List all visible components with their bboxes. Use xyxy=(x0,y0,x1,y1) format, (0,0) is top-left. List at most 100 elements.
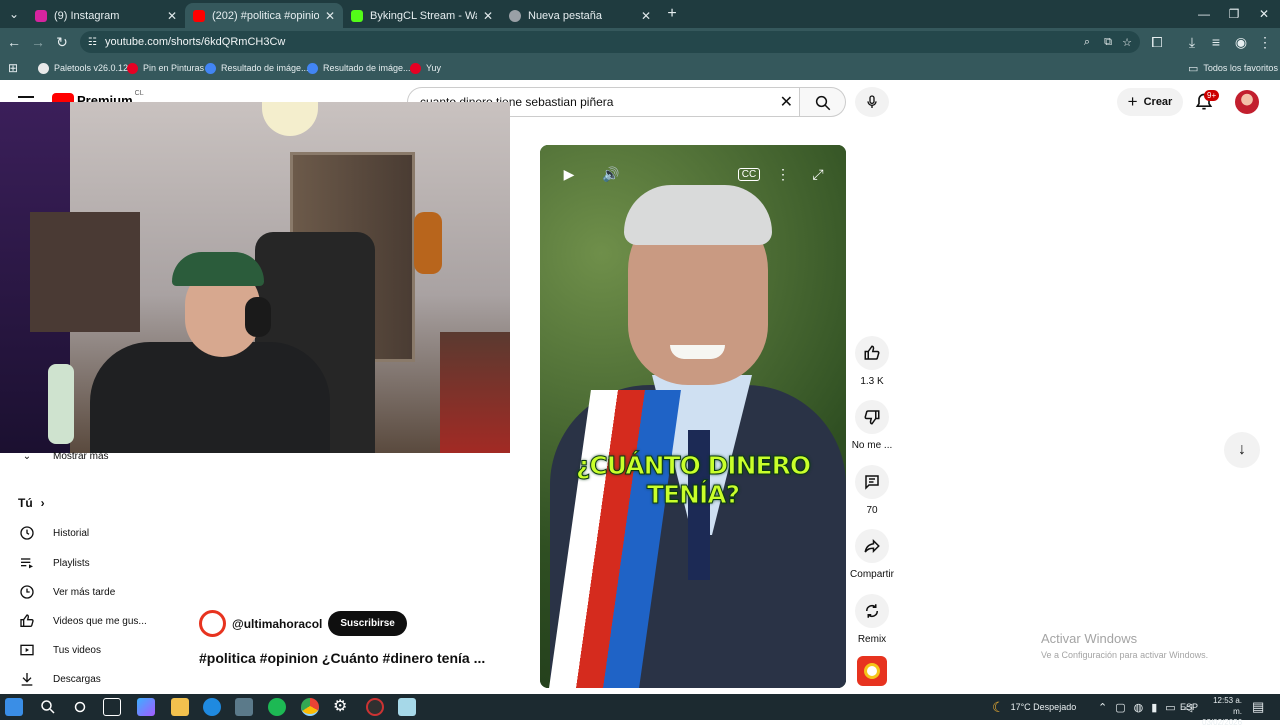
site-info-icon[interactable]: ☷ xyxy=(88,37,97,48)
dislike-button[interactable]: No me ... xyxy=(846,400,898,451)
apps-icon[interactable]: ⊞ xyxy=(8,56,18,80)
obs-icon[interactable] xyxy=(366,698,384,716)
windows-start-icon[interactable] xyxy=(5,698,23,716)
all-bookmarks[interactable]: ▭ Todos los favoritos xyxy=(1188,56,1278,80)
chevron-down-icon: ⌄ xyxy=(22,450,32,462)
tab-new-tab[interactable]: Nueva pestaña ✕ xyxy=(501,3,659,28)
bookmark-google-images[interactable]: Resultado de imáge... xyxy=(307,56,411,80)
bookmark-label: Todos los favoritos xyxy=(1203,63,1278,73)
portrait-smile xyxy=(670,345,725,359)
tab-label: BykingCL Stream - Watch Live c xyxy=(370,9,477,22)
bookmark-yuy[interactable]: Yuy xyxy=(410,56,441,80)
reload-icon[interactable]: ↻ xyxy=(51,28,73,56)
settings-gear-icon[interactable]: ⚙ xyxy=(333,698,351,716)
clock[interactable]: 12:53 a. m. 03/02/2026 xyxy=(1202,695,1242,728)
sidebar-item-your-videos[interactable]: Tus videos xyxy=(18,640,101,660)
file-explorer-icon[interactable] xyxy=(171,698,189,716)
more-options-icon[interactable]: ⋮ xyxy=(769,163,797,185)
weather-text: 17°C Despejado xyxy=(1010,702,1077,712)
task-view-icon[interactable] xyxy=(103,698,121,716)
download-icon[interactable]: ⤓ xyxy=(1181,28,1203,56)
next-short-button[interactable]: ↓ xyxy=(1224,432,1260,468)
cortana-icon[interactable] xyxy=(71,698,89,716)
copilot-icon[interactable] xyxy=(137,698,155,716)
restore-icon[interactable]: ❐ xyxy=(1218,0,1250,28)
chrome-icon[interactable] xyxy=(301,698,319,716)
sidebar-item-downloads[interactable]: Descargas xyxy=(18,669,101,689)
cast-icon[interactable]: ⧉ xyxy=(1104,36,1112,49)
account-avatar[interactable] xyxy=(1235,90,1259,114)
play-icon[interactable]: ▶ xyxy=(555,163,583,185)
close-tab-icon[interactable]: ✕ xyxy=(641,9,651,23)
liked-videos-icon xyxy=(18,613,36,629)
search-button[interactable] xyxy=(800,87,846,117)
edge-icon[interactable] xyxy=(203,698,221,716)
bookmark-pinterest[interactable]: Pin en Pinturas xyxy=(127,56,204,80)
search-icon[interactable] xyxy=(39,698,57,716)
tab-kick[interactable]: BykingCL Stream - Watch Live c ✕ xyxy=(343,3,501,28)
language-indicator[interactable]: ESP xyxy=(1180,694,1198,720)
store-icon[interactable] xyxy=(235,698,253,716)
you-section-header[interactable]: Tú › xyxy=(18,493,45,513)
close-tab-icon[interactable]: ✕ xyxy=(325,9,335,23)
close-tab-icon[interactable]: ✕ xyxy=(483,9,493,23)
weather-widget[interactable]: ☾ 17°C Despejado xyxy=(992,694,1076,720)
extensions-icon[interactable]: ⧠ xyxy=(1146,28,1168,56)
address-bar[interactable]: ☷ youtube.com/shorts/6kdQRmCH3Cw ⌕ ⧉ ☆ xyxy=(80,31,1140,53)
channel-avatar[interactable] xyxy=(199,610,226,637)
fullscreen-icon[interactable]: ⤢ xyxy=(804,163,832,185)
thumbs-down-icon xyxy=(855,400,889,434)
snipping-tool-icon[interactable] xyxy=(398,698,416,716)
voice-search-button[interactable] xyxy=(855,87,889,117)
tab-instagram[interactable]: (9) Instagram ✕ xyxy=(27,3,185,28)
bottle xyxy=(48,364,74,444)
sidebar-item-history[interactable]: Historial xyxy=(18,523,89,543)
share-label: Compartir xyxy=(850,569,894,580)
create-button[interactable]: + Crear xyxy=(1117,88,1183,116)
zoom-icon[interactable]: ⌕ xyxy=(1084,36,1090,49)
tab-label: (9) Instagram xyxy=(54,9,120,22)
your-videos-icon xyxy=(18,642,36,658)
media-control-icon[interactable]: ≡ xyxy=(1205,28,1227,56)
bookmark-paletools[interactable]: Paletools v26.0.12 xyxy=(38,56,128,80)
tab-label: Nueva pestaña xyxy=(528,9,602,22)
tab-search-icon[interactable]: ⌄ xyxy=(0,0,28,28)
bookmark-google-images[interactable]: Resultado de imáge... xyxy=(205,56,309,80)
window-close-icon[interactable]: ✕ xyxy=(1248,0,1280,28)
ceiling-lamp xyxy=(262,102,318,136)
pinterest-icon xyxy=(410,62,421,74)
sidebar-item-playlists[interactable]: Playlists xyxy=(18,553,90,573)
sidebar-item-liked-videos[interactable]: Videos que me gus... xyxy=(18,611,147,631)
remix-label: Remix xyxy=(857,634,887,645)
comments-button[interactable]: 70 xyxy=(846,465,898,516)
remix-button[interactable]: Remix xyxy=(846,594,898,645)
shorts-player[interactable]: ¿CUÁNTO DINERO TENÍA? ▶ 🔊 CC ⋮ ⤢ xyxy=(540,145,846,688)
new-tab-icon[interactable]: + xyxy=(656,0,688,28)
youtube-icon xyxy=(193,9,205,22)
subscribe-button[interactable]: Suscribirse xyxy=(328,611,407,636)
sidebar-item-label: Playlists xyxy=(53,557,90,569)
forward-icon[interactable]: → xyxy=(27,28,49,56)
channel-name[interactable]: @ultimahoracol xyxy=(232,617,322,631)
volume-icon[interactable]: 🔊 xyxy=(597,163,625,185)
spotify-icon[interactable] xyxy=(268,698,286,716)
show-more-button[interactable]: ⌄ Mostrar más xyxy=(18,446,109,466)
profile-icon[interactable]: ◉ xyxy=(1230,28,1252,56)
sidebar-item-label: Tus videos xyxy=(53,644,101,656)
clear-search-icon[interactable]: ✕ xyxy=(780,92,793,112)
notification-center-icon[interactable]: ▤ xyxy=(1252,694,1264,720)
like-button[interactable]: 1.3 K xyxy=(846,336,898,387)
video-description[interactable]: #politica #opinion ¿Cuánto #dinero tenía… xyxy=(199,650,485,666)
captions-icon[interactable]: CC xyxy=(735,163,763,185)
bookmark-star-icon[interactable]: ☆ xyxy=(1122,36,1132,49)
youtube-sidebar: ⌄ Mostrar más Tú › Historial Playlists V… xyxy=(0,446,170,696)
share-button[interactable]: Compartir xyxy=(846,529,898,580)
history-icon xyxy=(18,525,36,541)
tab-youtube[interactable]: (202) #politica #opinion ¿Cuán ✕ xyxy=(185,3,343,28)
sound-button[interactable] xyxy=(846,656,898,686)
back-icon[interactable]: ← xyxy=(3,28,25,56)
minimize-icon[interactable]: — xyxy=(1188,0,1220,28)
close-tab-icon[interactable]: ✕ xyxy=(167,9,177,23)
sidebar-item-watch-later[interactable]: Ver más tarde xyxy=(18,582,115,602)
menu-icon[interactable]: ⋮ xyxy=(1254,28,1276,56)
